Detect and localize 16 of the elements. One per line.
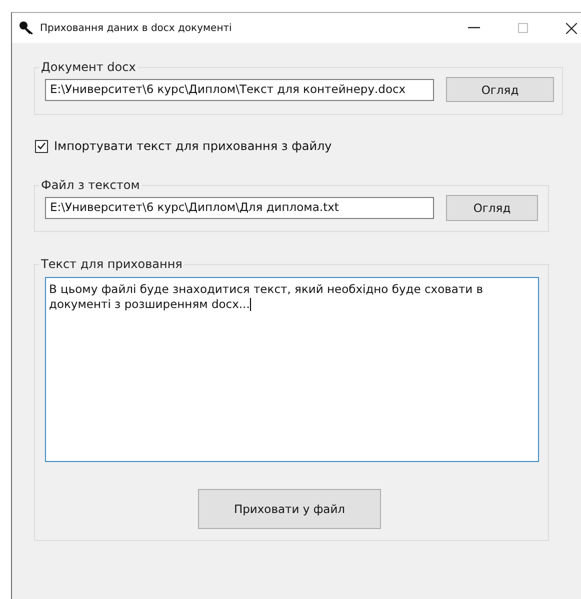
- checkbox-label[interactable]: Імпортувати текст для приховання з файлу: [54, 139, 332, 153]
- hide-button[interactable]: Приховати у файл: [198, 489, 381, 529]
- path-field[interactable]: E:\Университет\6 курс\Диплом\Для диплома.txt: [45, 197, 434, 219]
- path-field[interactable]: E:\Университет\6 курс\Диплом\Текст для контейнеру.docx: [45, 78, 434, 100]
- key-icon: [19, 21, 35, 35]
- browse-button[interactable]: Огляд: [446, 195, 538, 221]
- text-content: В цьому файлі буде знаходитися текст, який необхідно буде сховати в документі з розширенням docx...: [49, 282, 484, 311]
- group-label: Файл з текстом: [40, 178, 141, 192]
- text-area[interactable]: В цьому файлі буде знаходитися текст, який необхідно буде сховати в документі з розширенням docx...: [45, 277, 539, 462]
- checkbox[interactable]: [35, 140, 48, 152]
- group-label: Документ docx: [40, 60, 137, 74]
- browse-button[interactable]: Огляд: [446, 77, 554, 102]
- minimize-icon[interactable]: [468, 27, 480, 29]
- window-title: Приховання даних в docx документі: [40, 22, 232, 34]
- close-icon[interactable]: [566, 22, 577, 34]
- group-label: Текст для приховання: [40, 257, 184, 271]
